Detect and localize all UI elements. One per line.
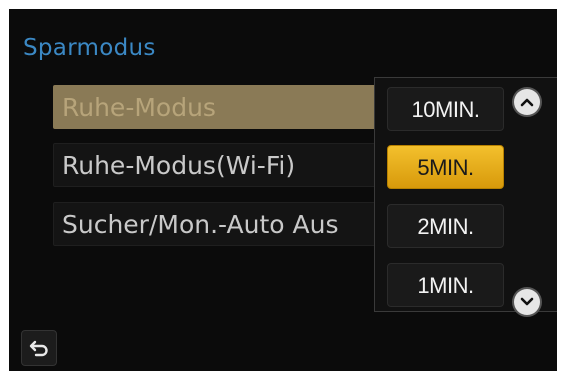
menu-item-ruhe-modus[interactable]: Ruhe-Modus (53, 85, 383, 129)
scroll-down-button[interactable] (514, 289, 540, 315)
scroll-up-button[interactable] (514, 89, 540, 115)
menu-item-sucher-mon-auto-aus[interactable]: Sucher/Mon.-Auto Aus (53, 202, 383, 246)
menu-title: Sparmodus (23, 35, 156, 61)
option-popup: 10MIN. 5MIN. 2MIN. 1MIN. (374, 77, 557, 315)
option-1min[interactable]: 1MIN. (387, 263, 504, 307)
camera-screen: Sparmodus Ruhe-Modus Ruhe-Modus(Wi-Fi) S… (9, 9, 557, 371)
option-2min[interactable]: 2MIN. (387, 204, 504, 248)
chevron-up-icon (520, 98, 534, 107)
back-button[interactable] (21, 330, 57, 366)
menu-item-ruhe-modus-wifi[interactable]: Ruhe-Modus(Wi-Fi) (53, 143, 383, 187)
option-10min[interactable]: 10MIN. (387, 87, 504, 131)
return-arrow-icon (29, 340, 48, 357)
option-5min[interactable]: 5MIN. (387, 145, 504, 189)
chevron-down-icon (520, 297, 534, 306)
